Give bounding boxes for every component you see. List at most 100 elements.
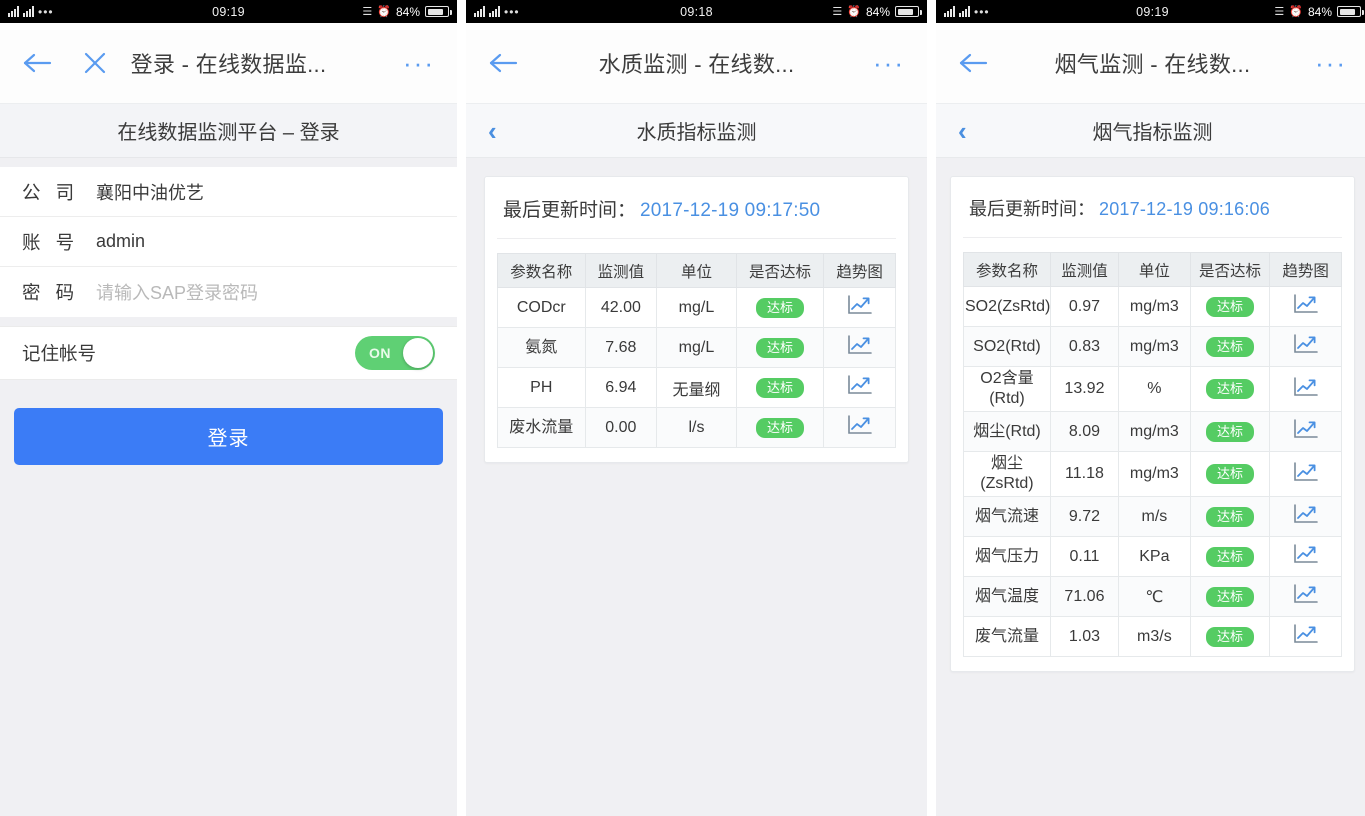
chevron-left-icon[interactable]: ‹ bbox=[488, 118, 497, 144]
three-phone-screenshots: ••• 09:19 ☰ ⏰ 84% 登录 - 在线数据监... ··· 在线数据… bbox=[0, 0, 1365, 816]
cell-measured-value: 9.72 bbox=[1049, 496, 1119, 537]
arrow-left-icon[interactable] bbox=[488, 51, 518, 75]
trend-chart-icon[interactable] bbox=[1291, 417, 1321, 446]
cell-trend[interactable] bbox=[1269, 451, 1342, 497]
status-bar-right: ☰ ⏰ 84% bbox=[1274, 4, 1364, 19]
trend-chart-icon[interactable] bbox=[845, 293, 875, 322]
close-icon[interactable] bbox=[82, 50, 108, 76]
trend-chart-icon[interactable] bbox=[845, 333, 875, 362]
account-input[interactable]: admin bbox=[96, 231, 145, 252]
cell-parameter-name: SO2(ZsRtd) bbox=[963, 286, 1051, 327]
cell-trend[interactable] bbox=[1269, 496, 1342, 537]
cell-parameter-name: SO2(Rtd) bbox=[963, 326, 1051, 367]
cell-parameter-name: 废水流量 bbox=[497, 407, 586, 448]
cell-unit: m3/s bbox=[1117, 616, 1191, 657]
toggle-state-label: ON bbox=[369, 345, 391, 361]
trend-chart-icon[interactable] bbox=[1291, 292, 1321, 321]
trend-chart-icon[interactable] bbox=[1291, 332, 1321, 361]
browser-title: 水质监测 - 在线数... bbox=[598, 52, 795, 77]
last-update-time: 2017-12-19 09:16:06 bbox=[1099, 199, 1270, 219]
login-screen: ••• 09:19 ☰ ⏰ 84% 登录 - 在线数据监... ··· 在线数据… bbox=[0, 0, 457, 816]
cell-trend[interactable] bbox=[1269, 326, 1342, 367]
trend-chart-icon[interactable] bbox=[1291, 622, 1321, 651]
status-bar: ••• 09:19 ☰ ⏰ 84% bbox=[0, 0, 457, 23]
overflow-menu-icon[interactable]: ··· bbox=[403, 50, 435, 76]
trend-chart-icon[interactable] bbox=[1291, 375, 1321, 404]
cell-trend[interactable] bbox=[1269, 366, 1342, 412]
cell-measured-value: 7.68 bbox=[584, 327, 658, 368]
remember-account-row: 记住帐号 ON bbox=[0, 326, 457, 380]
trend-chart-icon[interactable] bbox=[845, 413, 875, 442]
arrow-left-icon[interactable] bbox=[22, 51, 52, 75]
battery-percent-label: 84% bbox=[1307, 4, 1332, 19]
overflow-menu-icon[interactable]: ··· bbox=[1315, 50, 1347, 76]
status-badge: 达标 bbox=[756, 337, 805, 358]
col-header-status: 是否达标 bbox=[1189, 252, 1271, 287]
cell-trend[interactable] bbox=[1269, 616, 1342, 657]
cell-parameter-name: 氨氮 bbox=[497, 327, 586, 368]
status-badge: 达标 bbox=[1205, 379, 1254, 399]
arrow-left-icon[interactable] bbox=[958, 51, 988, 75]
trend-chart-icon[interactable] bbox=[1291, 460, 1321, 489]
status-badge: 达标 bbox=[1205, 586, 1254, 607]
cell-measured-value: 0.00 bbox=[584, 407, 658, 448]
screen-divider-1 bbox=[457, 0, 466, 816]
table-header-row: 参数名称 监测值 单位 是否达标 趋势图 bbox=[497, 253, 896, 288]
battery-percent-label: 84% bbox=[395, 4, 420, 19]
login-button-area: 登录 bbox=[0, 380, 457, 465]
alarm-clock-icon: ⏰ bbox=[1289, 6, 1303, 18]
cell-trend[interactable] bbox=[1269, 536, 1342, 577]
cell-unit: l/s bbox=[656, 407, 737, 448]
col-header-name: 参数名称 bbox=[963, 252, 1051, 287]
remember-account-toggle[interactable]: ON bbox=[355, 336, 435, 370]
cell-parameter-name: O2含量 (Rtd) bbox=[963, 366, 1051, 412]
cell-status: 达标 bbox=[735, 407, 825, 448]
overflow-menu-icon[interactable]: ··· bbox=[873, 50, 905, 76]
login-button[interactable]: 登录 bbox=[14, 408, 443, 465]
col-header-value: 监测值 bbox=[584, 253, 658, 288]
col-header-unit: 单位 bbox=[656, 253, 737, 288]
col-header-status: 是否达标 bbox=[735, 253, 825, 288]
trend-chart-icon[interactable] bbox=[1291, 582, 1321, 611]
field-row-password[interactable]: 密 码 请输入SAP登录密码 bbox=[0, 267, 457, 317]
field-row-company[interactable]: 公 司 襄阳中油优艺 bbox=[0, 167, 457, 217]
status-badge: 达标 bbox=[1205, 546, 1254, 567]
cell-measured-value: 11.18 bbox=[1049, 451, 1119, 497]
last-update-line: 最后更新时间： 2017-12-19 09:17:50 bbox=[497, 177, 896, 239]
table-row: O2含量 (Rtd) 13.92% 达标 bbox=[963, 366, 1342, 412]
account-label: 账 号 bbox=[22, 231, 80, 253]
company-input[interactable]: 襄阳中油优艺 bbox=[96, 179, 204, 205]
cell-trend[interactable] bbox=[1269, 411, 1342, 452]
cell-status: 达标 bbox=[1189, 326, 1271, 367]
flue-monitoring-card: 最后更新时间： 2017-12-19 09:16:06 参数名称 监测值 单位 是… bbox=[950, 176, 1355, 672]
cell-trend[interactable] bbox=[823, 327, 896, 368]
trend-chart-icon[interactable] bbox=[1291, 502, 1321, 531]
password-input[interactable]: 请输入SAP登录密码 bbox=[96, 279, 258, 305]
col-header-unit: 单位 bbox=[1117, 252, 1191, 287]
company-label: 公 司 bbox=[22, 181, 80, 203]
water-table-body: CODcr 42.00 mg/L 达标 氨氮 7.68 mg/L 达标 PH 6.94 无量纲 达标废… bbox=[497, 287, 896, 448]
table-row: 烟尘(Rtd) 8.09 mg/m3 达标 bbox=[963, 411, 1342, 452]
cell-measured-value: 0.11 bbox=[1049, 536, 1119, 577]
cell-parameter-name: 烟尘(Rtd) bbox=[963, 411, 1051, 452]
cell-trend[interactable] bbox=[823, 287, 896, 328]
chevron-left-icon[interactable]: ‹ bbox=[958, 118, 967, 144]
last-update-line: 最后更新时间： 2017-12-19 09:16:06 bbox=[963, 177, 1342, 238]
cell-trend[interactable] bbox=[823, 407, 896, 448]
cell-unit: mg/L bbox=[656, 327, 737, 368]
trend-chart-icon[interactable] bbox=[1291, 542, 1321, 571]
cell-parameter-name: 废气流量 bbox=[963, 616, 1051, 657]
cell-unit: ℃ bbox=[1117, 576, 1191, 617]
trend-chart-icon[interactable] bbox=[845, 373, 875, 402]
cell-trend[interactable] bbox=[823, 367, 896, 408]
cell-unit: m/s bbox=[1117, 496, 1191, 537]
cell-trend[interactable] bbox=[1269, 286, 1342, 327]
alarm-clock-icon: ⏰ bbox=[377, 6, 391, 18]
cell-measured-value: 8.09 bbox=[1049, 411, 1119, 452]
cell-parameter-name: 烟尘 (ZsRtd) bbox=[963, 451, 1051, 497]
flue-indicator-table: 参数名称 监测值 单位 是否达标 趋势图 SO2(ZsRtd) 0.97 mg/m3… bbox=[963, 252, 1342, 657]
status-badge: 达标 bbox=[1205, 336, 1254, 357]
cell-trend[interactable] bbox=[1269, 576, 1342, 617]
last-update-time: 2017-12-19 09:17:50 bbox=[640, 200, 821, 221]
field-row-account[interactable]: 账 号 admin bbox=[0, 217, 457, 267]
